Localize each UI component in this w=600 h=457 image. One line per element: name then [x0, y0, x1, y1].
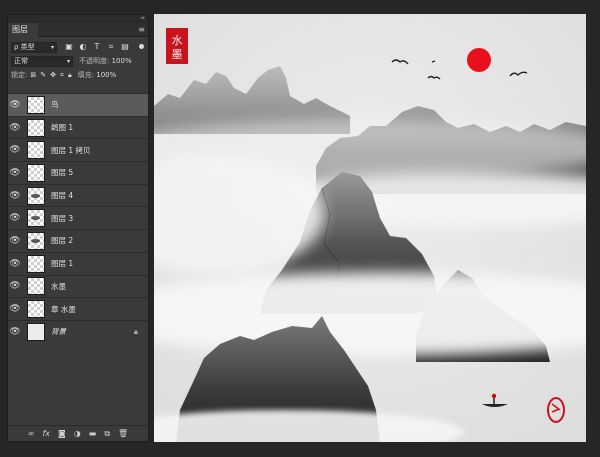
fx-icon[interactable]: fx — [42, 429, 50, 438]
layer-row[interactable]: 👁︎ 背景 🔒︎ — [8, 319, 148, 343]
opacity-value[interactable]: 100% — [112, 57, 132, 65]
lock-transparent-icon[interactable]: ⊠ — [30, 71, 36, 80]
layer-row[interactable]: 👁︎ 图层 5 — [8, 161, 148, 184]
layer-row[interactable]: 👁︎ 鸟 — [8, 93, 148, 116]
layer-thumbnail — [27, 163, 45, 182]
smart-object-filter-icon[interactable]: ▤ — [121, 43, 129, 51]
lock-paint-icon[interactable]: ✎ — [40, 71, 46, 80]
chevron-down-icon: ▾ — [66, 57, 70, 65]
layer-actions-bar: ∞ fx ◙ ◑ ▬ ⧉ 🗑︎ — [8, 425, 148, 441]
layer-row[interactable]: 👁︎ 图层 3 — [8, 206, 148, 229]
visibility-eye-icon[interactable]: 👁︎ — [8, 100, 22, 110]
lock-label: 锁定: — [11, 71, 28, 79]
seal-stamp: 水 墨 — [166, 28, 188, 64]
thumbnail-content — [31, 216, 40, 221]
layer-list: 👁︎ 鸟 👁︎ 鹈图 1 👁︎ 图层 1 拷贝 👁︎ 图层 5 👁︎ 图层 4 👁︎ 图层 3 👁︎ 图层… — [8, 93, 148, 343]
visibility-eye-icon[interactable]: 👁︎ — [8, 168, 22, 178]
mist-band-middle — [154, 272, 586, 356]
seal-char-2: 墨 — [172, 48, 183, 61]
visibility-eye-icon[interactable]: 👁︎ — [8, 259, 22, 269]
filter-toggle[interactable] — [139, 44, 144, 49]
fill-label: 填充: — [77, 71, 95, 79]
tab-layers[interactable]: 图层 — [8, 23, 38, 37]
layers-panel: ‹‹ 图层 ≡ ρ 类型 ▾ ▣ ◐ T ⌗ ▤ 正常 ▾ 不透明度: 100%… — [7, 14, 149, 442]
adjustment-icon[interactable]: ◑ — [74, 429, 81, 438]
layer-thumbnail — [27, 322, 45, 341]
document-canvas[interactable]: 水 墨 — [154, 14, 586, 442]
visibility-eye-icon[interactable]: 👁︎ — [8, 123, 22, 133]
visibility-eye-icon[interactable]: 👁︎ — [8, 236, 22, 246]
layer-thumbnail — [27, 209, 45, 228]
seal-char-1: 水 — [172, 34, 183, 47]
thumbnail-content — [31, 193, 40, 198]
layer-row[interactable]: 👁︎ 鹈图 1 — [8, 115, 148, 139]
layer-name: 背景 — [51, 327, 66, 337]
new-layer-icon[interactable]: ⧉ — [104, 429, 110, 439]
red-sun — [467, 48, 491, 72]
fill-value[interactable]: 100% — [96, 71, 116, 79]
type-filter-icon[interactable]: T — [93, 43, 101, 51]
visibility-eye-icon[interactable]: 👁︎ — [8, 213, 22, 223]
lock-row: 锁定: ⊠ ✎ ✥ ⌗ 🔒︎ 填充: 100% — [8, 68, 148, 82]
layer-row[interactable]: 👁︎ 图层 1 — [8, 251, 148, 275]
visibility-eye-icon[interactable]: 👁︎ — [8, 191, 22, 201]
layer-name: 图层 2 — [51, 236, 74, 246]
filter-icons: ▣ ◐ T ⌗ ▤ — [65, 43, 129, 51]
opacity-control[interactable]: 不透明度: 100% — [79, 56, 132, 66]
opacity-label: 不透明度: — [79, 57, 110, 65]
layer-name: 水墨 — [51, 281, 66, 291]
layer-name: 图层 3 — [51, 213, 74, 223]
mask-icon[interactable]: ◙ — [58, 429, 66, 438]
layer-thumbnail — [27, 277, 45, 296]
layer-row[interactable]: 👁︎ 图层 2 — [8, 229, 148, 252]
layer-thumbnail — [27, 95, 45, 114]
blend-row: 正常 ▾ 不透明度: 100% — [8, 54, 148, 68]
chevron-down-icon: ▾ — [50, 43, 54, 51]
layer-name: 图层 4 — [51, 191, 74, 201]
layer-name: 章 水墨 — [51, 304, 76, 314]
visibility-eye-icon[interactable]: 👁︎ — [8, 281, 22, 291]
folder-icon[interactable]: ▬ — [89, 429, 97, 438]
fill-control[interactable]: 填充: 100% — [78, 70, 117, 80]
layer-filter-label: ρ 类型 — [14, 42, 35, 51]
layer-name: 鸟 — [51, 100, 59, 110]
trash-icon[interactable]: 🗑︎ — [118, 429, 128, 438]
layer-name: 图层 5 — [51, 168, 74, 178]
layer-thumbnail — [27, 186, 45, 205]
layer-thumbnail — [27, 254, 45, 273]
layer-row[interactable]: 👁︎ 图层 4 — [8, 183, 148, 207]
link-icon[interactable]: ∞ — [28, 429, 35, 438]
shape-filter-icon[interactable]: ⌗ — [107, 43, 115, 51]
panel-title-bar: ‹‹ — [8, 14, 148, 23]
layer-row[interactable]: 👁︎ 章 水墨 — [8, 297, 148, 320]
layer-filter-select[interactable]: ρ 类型 ▾ — [11, 41, 57, 53]
blend-mode-select[interactable]: 正常 ▾ — [11, 55, 73, 67]
layer-thumbnail — [27, 141, 45, 160]
layer-thumbnail — [27, 118, 45, 137]
filter-row: ρ 类型 ▾ ▣ ◐ T ⌗ ▤ — [8, 40, 148, 54]
collapse-panel-icon[interactable]: ‹‹ — [140, 14, 145, 22]
layer-lock-icon: 🔒︎ — [133, 326, 138, 336]
visibility-eye-icon[interactable]: 👁︎ — [8, 327, 22, 337]
ink-landscape-artwork: 水 墨 — [154, 14, 586, 442]
layer-name: 图层 1 拷贝 — [51, 145, 91, 155]
visibility-eye-icon[interactable]: 👁︎ — [8, 304, 22, 314]
panel-menu-icon[interactable]: ≡ — [138, 25, 145, 34]
blend-mode-value: 正常 — [14, 56, 28, 65]
thumbnail-content — [31, 238, 40, 243]
panel-tab-bar: 图层 ≡ — [8, 23, 148, 37]
adjustment-filter-icon[interactable]: ◐ — [79, 43, 87, 51]
image-filter-icon[interactable]: ▣ — [65, 43, 73, 51]
lock-move-icon[interactable]: ✥ — [50, 71, 56, 80]
visibility-eye-icon[interactable]: 👁︎ — [8, 145, 22, 155]
layer-row[interactable]: 👁︎ 图层 1 拷贝 — [8, 138, 148, 161]
layer-thumbnail — [27, 231, 45, 250]
layer-name: 鹈图 1 — [51, 123, 74, 133]
layer-name: 图层 1 — [51, 259, 74, 269]
layer-row[interactable]: 👁︎ 水墨 — [8, 274, 148, 298]
layer-thumbnail — [27, 300, 45, 319]
lock-all-icon[interactable]: 🔒︎ — [68, 71, 72, 80]
lock-artboard-icon[interactable]: ⌗ — [60, 71, 64, 80]
